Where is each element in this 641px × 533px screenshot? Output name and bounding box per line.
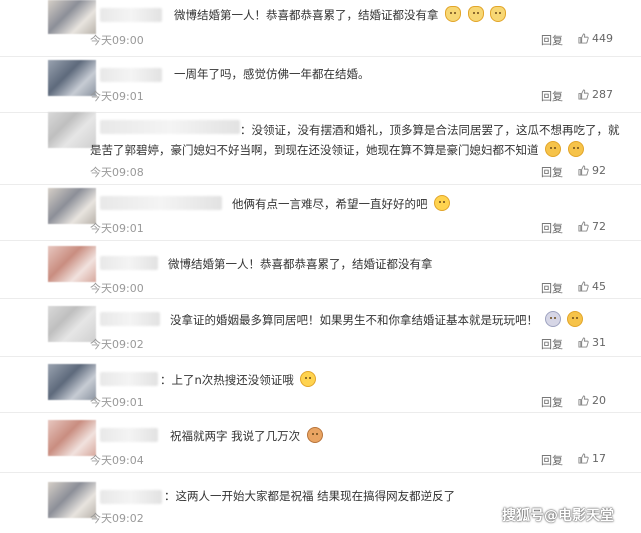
- username[interactable]: [100, 256, 158, 270]
- comment-text: ：这两人一开始大家都是祝福 结果现在搞得网友都逆反了: [164, 489, 456, 503]
- like-button[interactable]: 449: [578, 32, 613, 45]
- thumbs-up-icon: [578, 221, 589, 232]
- comment-time: 今天09:01: [90, 396, 144, 409]
- like-button[interactable]: 20: [578, 394, 606, 407]
- thumbs-up-icon: [578, 337, 589, 348]
- reply-button[interactable]: 回复: [541, 394, 563, 410]
- thumbs-up-icon: [578, 89, 589, 100]
- comment-text: 微博结婚第一人！恭喜都恭喜累了，结婚证都没有拿: [174, 5, 507, 25]
- like-count: 92: [592, 164, 606, 177]
- avatar[interactable]: [48, 112, 96, 148]
- comment-item: 祝福就两字 我说了几万次 今天09:04 回复 17: [0, 412, 641, 473]
- like-count: 287: [592, 88, 613, 101]
- avatar[interactable]: [48, 482, 96, 518]
- like-button[interactable]: 92: [578, 164, 606, 177]
- reply-button[interactable]: 回复: [541, 88, 563, 104]
- username[interactable]: [100, 490, 162, 504]
- comment-time: 今天09:00: [90, 34, 144, 47]
- avatar[interactable]: [48, 306, 96, 342]
- username[interactable]: [100, 8, 162, 22]
- sweat-icon: [545, 141, 562, 157]
- comment-item: 没拿证的婚姻最多算同居吧！如果男生不和你拿结婚证基本就是玩玩吧！ 今天09:02…: [0, 298, 641, 357]
- comment-text: 祝福就两字 我说了几万次: [170, 426, 323, 446]
- like-count: 17: [592, 452, 606, 465]
- like-count: 45: [592, 280, 606, 293]
- laugh-cry-icon: [434, 195, 451, 211]
- reply-button[interactable]: 回复: [541, 220, 563, 236]
- sweat-icon: [567, 141, 584, 157]
- username[interactable]: [100, 68, 162, 82]
- comment-text: ：上了n次热搜还没领证哦: [160, 370, 317, 390]
- comment-item: ：没领证，没有摆酒和婚礼，顶多算是合法同居罢了，这瓜不想再吃了，就是苦了郭碧婷，…: [0, 112, 641, 185]
- username[interactable]: [100, 196, 222, 210]
- comment-text: 他俩有点一言难尽，希望一直好好的吧: [232, 194, 451, 214]
- comment-time: 今天09:02: [90, 512, 144, 525]
- avatar[interactable]: [48, 246, 96, 282]
- comment-text: ：没领证，没有摆酒和婚礼，顶多算是合法同居罢了，这瓜不想再吃了，就是苦了郭碧婷，…: [90, 123, 620, 157]
- comment-time: 今天09:04: [90, 454, 144, 467]
- comment-item: 微博结婚第一人！恭喜都恭喜累了，结婚证都没有拿 今天09:00 回复 45: [0, 240, 641, 299]
- like-button[interactable]: 72: [578, 220, 606, 233]
- comment-time: 今天09:02: [90, 338, 144, 351]
- comment-item: 一周年了吗，感觉仿佛一年都在结婚。 今天09:01 回复 287: [0, 56, 641, 113]
- like-count: 449: [592, 32, 613, 45]
- thumbs-up-icon: [578, 165, 589, 176]
- cat-icon: [490, 6, 507, 22]
- comment-time: 今天09:01: [90, 222, 144, 235]
- shock-icon: [544, 311, 561, 327]
- comment-text: 没拿证的婚姻最多算同居吧！如果男生不和你拿结婚证基本就是玩玩吧！: [170, 310, 584, 330]
- reply-button[interactable]: 回复: [541, 452, 563, 468]
- avatar[interactable]: [48, 60, 96, 96]
- comment-item: 他俩有点一言难尽，希望一直好好的吧 今天09:01 回复 72: [0, 184, 641, 241]
- like-count: 72: [592, 220, 606, 233]
- thumbs-up-icon: [578, 453, 589, 464]
- cat-icon: [445, 6, 462, 22]
- like-button[interactable]: 31: [578, 336, 606, 349]
- comment-text: 一周年了吗，感觉仿佛一年都在结婚。: [174, 67, 370, 81]
- username[interactable]: [100, 312, 160, 326]
- username[interactable]: [100, 372, 158, 386]
- reply-button[interactable]: 回复: [541, 164, 563, 180]
- like-button[interactable]: 45: [578, 280, 606, 293]
- comment-time: 今天09:08: [90, 166, 144, 179]
- reply-button[interactable]: 回复: [541, 32, 563, 48]
- like-button[interactable]: 287: [578, 88, 613, 101]
- like-count: 20: [592, 394, 606, 407]
- cat-icon: [467, 6, 484, 22]
- watermark: 搜狐号@电影天堂: [502, 508, 614, 524]
- comment-time: 今天09:01: [90, 90, 144, 103]
- comment-text: 微博结婚第一人！恭喜都恭喜累了，结婚证都没有拿: [168, 257, 433, 271]
- username[interactable]: [100, 428, 158, 442]
- avatar[interactable]: [48, 0, 96, 34]
- like-button[interactable]: 17: [578, 452, 606, 465]
- comment-item: ：上了n次热搜还没领证哦 今天09:01 回复 20: [0, 356, 641, 413]
- thumbs-up-icon: [578, 281, 589, 292]
- comment-item: 微博结婚第一人！恭喜都恭喜累了，结婚证都没有拿 今天09:00 回复 449: [0, 0, 641, 57]
- reply-button[interactable]: 回复: [541, 336, 563, 352]
- laugh-cry-icon: [300, 371, 317, 387]
- thumbs-up-icon: [578, 395, 589, 406]
- avatar[interactable]: [48, 420, 96, 456]
- think-icon: [567, 311, 584, 327]
- avatar[interactable]: [48, 364, 96, 400]
- avatar[interactable]: [48, 188, 96, 224]
- reply-button[interactable]: 回复: [541, 280, 563, 296]
- thumbs-up-icon: [578, 33, 589, 44]
- comment-time: 今天09:00: [90, 282, 144, 295]
- like-count: 31: [592, 336, 606, 349]
- dog-icon: [306, 427, 323, 443]
